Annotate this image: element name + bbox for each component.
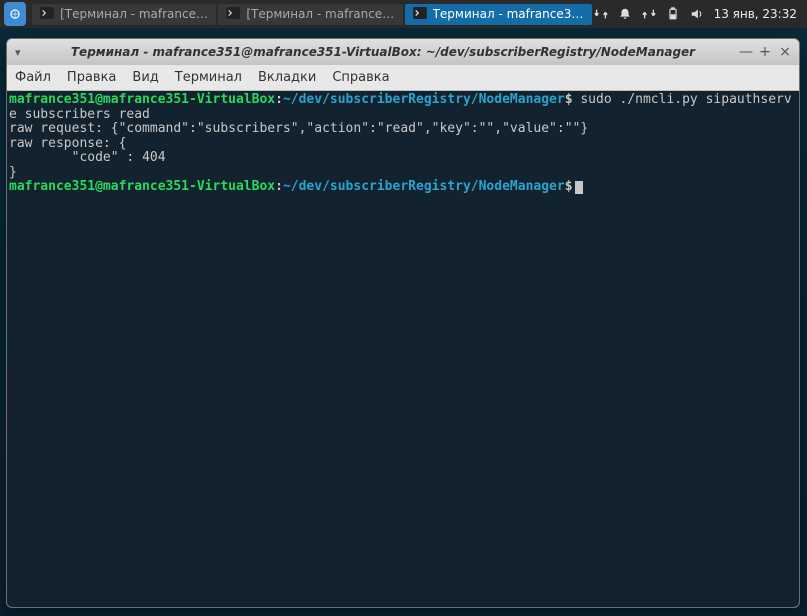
- menu-edit[interactable]: Правка: [67, 70, 116, 85]
- window-controls: — + ×: [739, 45, 791, 59]
- cursor: [575, 181, 583, 194]
- menu-tabs[interactable]: Вкладки: [258, 70, 316, 85]
- terminal-icon: [413, 7, 427, 22]
- terminal-icon: [40, 7, 54, 22]
- taskbar-item-terminal-3-active[interactable]: Терминал - mafrance351...: [405, 4, 592, 25]
- prompt-dollar: $: [565, 179, 573, 194]
- clock[interactable]: 13 янв, 23:32: [714, 7, 797, 21]
- system-tray: 13 янв, 23:32: [594, 7, 803, 21]
- apps-launcher[interactable]: [4, 2, 26, 26]
- top-panel: [Терминал - mafrance35... [Терминал - ma…: [0, 0, 807, 28]
- volume-icon[interactable]: [690, 7, 704, 21]
- taskbar-item-terminal-2[interactable]: [Терминал - mafrance35...: [218, 4, 402, 25]
- window-titlebar[interactable]: ▾ Терминал - mafrance351@mafrance351-Vir…: [7, 39, 799, 65]
- output-line: raw response: {: [9, 136, 126, 151]
- close-button[interactable]: ×: [779, 45, 791, 59]
- terminal-icon: [226, 7, 240, 22]
- taskbar-label: [Терминал - mafrance35...: [60, 7, 208, 21]
- menu-file[interactable]: Файл: [15, 70, 51, 85]
- prompt-sep: :: [275, 179, 283, 194]
- terminal-window: ▾ Терминал - mafrance351@mafrance351-Vir…: [6, 38, 800, 608]
- menu-terminal[interactable]: Терминал: [175, 70, 242, 85]
- menu-help[interactable]: Справка: [332, 70, 389, 85]
- output-line: }: [9, 165, 17, 180]
- battery-icon[interactable]: [666, 7, 680, 21]
- menubar: Файл Правка Вид Терминал Вкладки Справка: [7, 65, 799, 91]
- minimize-button[interactable]: —: [739, 45, 751, 59]
- taskbar-item-terminal-1[interactable]: [Терминал - mafrance35...: [32, 4, 216, 25]
- terminal-output[interactable]: mafrance351@mafrance351-VirtualBox:~/dev…: [7, 91, 799, 607]
- output-line: "code" : 404: [9, 150, 166, 165]
- network-down-icon[interactable]: [594, 7, 608, 21]
- network-up-icon[interactable]: [642, 7, 656, 21]
- menu-view[interactable]: Вид: [132, 70, 158, 85]
- output-line: raw request: {"command":"subscribers","a…: [9, 121, 588, 136]
- prompt-user: mafrance351@mafrance351-VirtualBox: [9, 92, 275, 107]
- prompt-user: mafrance351@mafrance351-VirtualBox: [9, 179, 275, 194]
- prompt-dollar: $: [565, 92, 573, 107]
- titlebar-menu-icon[interactable]: ▾: [15, 46, 27, 59]
- prompt-sep: :: [275, 92, 283, 107]
- maximize-button[interactable]: +: [759, 45, 771, 59]
- desktop: ▾ Терминал - mafrance351@mafrance351-Vir…: [0, 28, 807, 616]
- notifications-icon[interactable]: [618, 7, 632, 21]
- taskbar-label: [Терминал - mafrance35...: [246, 7, 394, 21]
- taskbar-label: Терминал - mafrance351...: [433, 7, 584, 21]
- window-title: Терминал - mafrance351@mafrance351-Virtu…: [27, 45, 739, 59]
- prompt-path: ~/dev/subscriberRegistry/NodeManager: [283, 92, 565, 107]
- prompt-path: ~/dev/subscriberRegistry/NodeManager: [283, 179, 565, 194]
